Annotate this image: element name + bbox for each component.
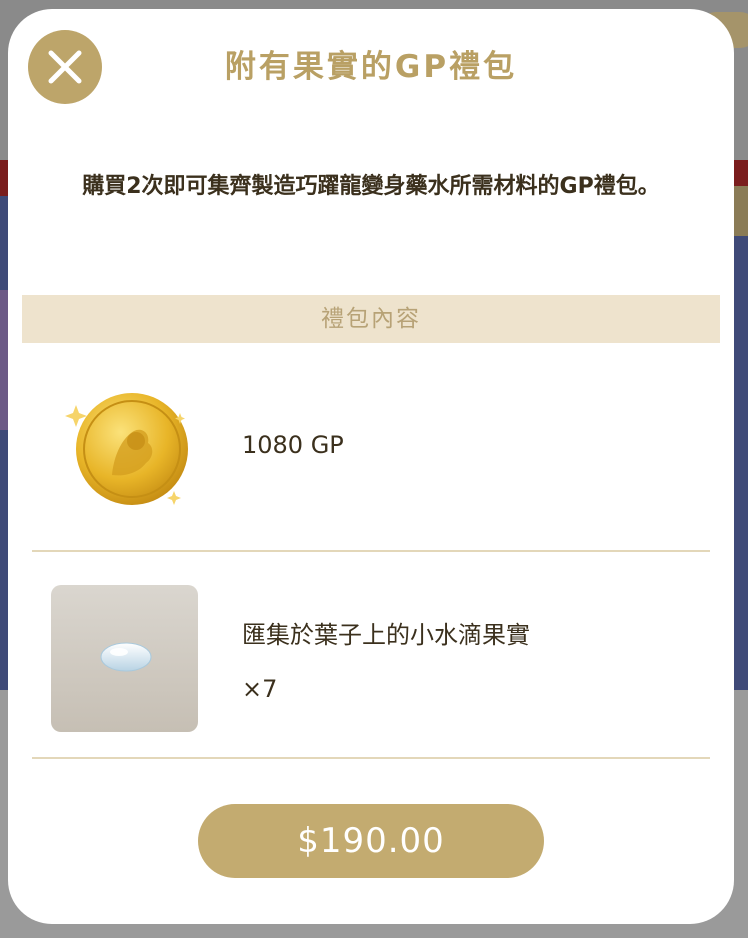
- gift-pack-dialog: 附有果實的GP禮包 購買2次即可集齊製造巧躍龍變身藥水所需材料的GP禮包。 禮包…: [8, 9, 734, 924]
- dialog-title: 附有果實的GP禮包: [224, 49, 518, 85]
- gold-coin-icon: [62, 383, 192, 513]
- item-name: 匯集於葉子上的小水滴果實: [242, 621, 530, 649]
- purchase-button[interactable]: $190.00: [198, 804, 544, 878]
- section-header-contents: 禮包內容: [22, 295, 720, 343]
- list-item: 1080 GP: [32, 343, 710, 551]
- item-name: 1080 GP: [242, 431, 344, 459]
- list-item: 匯集於葉子上的小水滴果實 ×7: [32, 551, 710, 759]
- divider: [32, 757, 710, 759]
- water-drop-icon: [51, 585, 198, 732]
- dialog-description: 購買2次即可集齊製造巧躍龍變身藥水所需材料的GP禮包。: [82, 174, 660, 199]
- item-quantity: ×7: [242, 675, 278, 703]
